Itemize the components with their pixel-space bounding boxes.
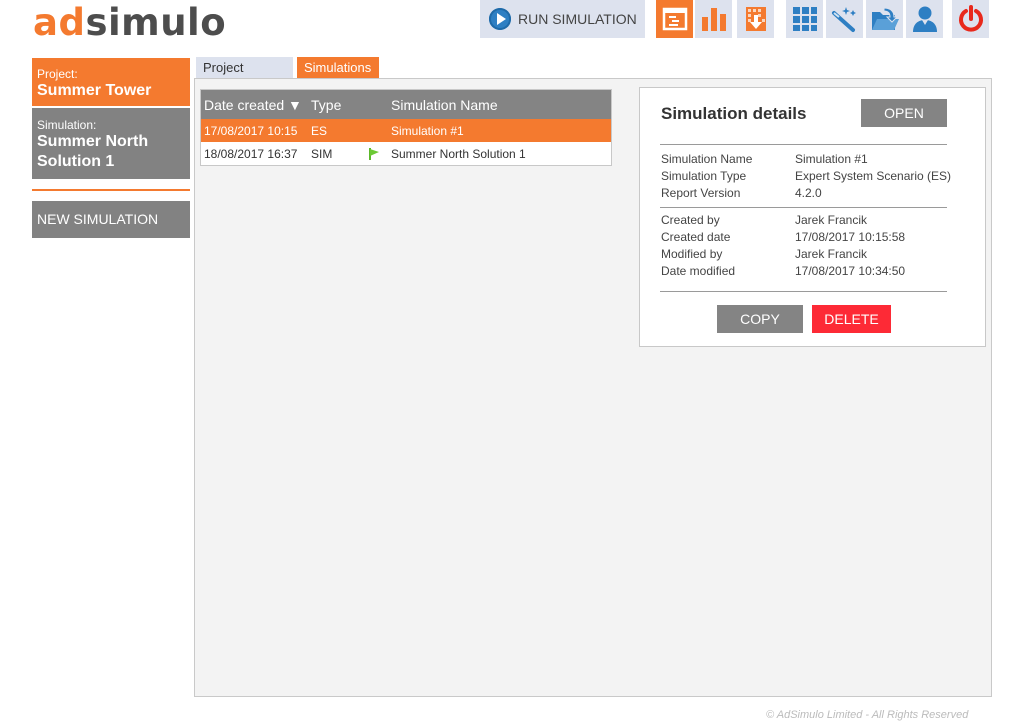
open-button[interactable]: OPEN xyxy=(861,99,947,127)
cell-date: 17/08/2017 10:15 xyxy=(204,123,298,138)
run-simulation-button[interactable]: RUN SIMULATION xyxy=(480,0,645,38)
gantt-button[interactable] xyxy=(656,0,693,38)
header-date-created[interactable]: Date created ▼ xyxy=(201,97,309,113)
logo-ad: ad xyxy=(33,1,86,44)
new-simulation-button[interactable]: NEW SIMULATION xyxy=(32,201,190,238)
simulation-card[interactable]: Simulation: Summer North Solution 1 xyxy=(32,108,190,179)
wizard-button[interactable] xyxy=(826,0,863,38)
building-button[interactable] xyxy=(737,0,774,38)
simulation-name-line1: Summer North xyxy=(37,133,149,150)
bar-chart-icon xyxy=(701,8,726,31)
cell-name: Summer North Solution 1 xyxy=(391,146,526,161)
building-download-icon xyxy=(745,7,766,31)
play-icon xyxy=(489,8,511,30)
details-section-audit: Created by Jarek Francik Created date 17/0… xyxy=(661,212,905,280)
detail-row: Report Version 4.2.0 xyxy=(661,186,822,200)
flag-icon xyxy=(369,147,379,160)
simulation-details-card: Simulation details OPEN Simulation Name S… xyxy=(639,87,986,347)
tab-project-details[interactable]: Project Details xyxy=(196,57,293,96)
power-icon xyxy=(958,5,983,32)
table-row[interactable]: 17/08/2017 10:15 ES Simulation #1 xyxy=(201,119,611,142)
logo: adsimulo xyxy=(33,1,226,45)
detail-row: Created by Jarek Francik xyxy=(661,213,868,227)
grid-button[interactable] xyxy=(786,0,823,38)
magic-wand-icon xyxy=(831,7,856,32)
detail-row: Created date 17/08/2017 10:15:58 xyxy=(661,230,906,244)
charts-button[interactable] xyxy=(695,0,732,38)
header-type[interactable]: Type xyxy=(309,97,359,113)
open-folder-icon xyxy=(871,7,899,30)
header-simulation-name[interactable]: Simulation Name xyxy=(389,97,611,113)
cell-name: Simulation #1 xyxy=(391,123,464,138)
table-header: Date created ▼ Type Simulation Name xyxy=(201,90,611,119)
divider xyxy=(660,291,947,292)
divider xyxy=(660,144,947,145)
logout-button[interactable] xyxy=(952,0,989,38)
details-section-info: Simulation Name Simulation #1 Simulation … xyxy=(661,151,951,202)
grid-icon xyxy=(792,7,817,31)
gantt-icon xyxy=(662,7,687,31)
run-simulation-label: RUN SIMULATION xyxy=(518,11,637,27)
project-label: Project: xyxy=(37,67,78,81)
detail-row: Date modified 17/08/2017 10:34:50 xyxy=(661,264,906,278)
detail-row: Modified by Jarek Francik xyxy=(661,247,868,261)
cell-date: 18/08/2017 16:37 xyxy=(204,146,298,161)
detail-row: Simulation Type Expert System Scenario (E… xyxy=(661,169,952,183)
simulation-name-line2: Solution 1 xyxy=(37,153,115,170)
logo-simulo: simulo xyxy=(85,1,227,44)
cell-type: SIM xyxy=(311,146,333,161)
table-row[interactable]: 18/08/2017 16:37 SIM Summer North Soluti… xyxy=(201,142,611,165)
sidebar-divider xyxy=(32,189,190,191)
project-card[interactable]: Project: Summer Tower xyxy=(32,58,190,106)
divider xyxy=(660,207,947,208)
details-title: Simulation details xyxy=(661,104,807,123)
copy-button[interactable]: COPY xyxy=(717,305,803,333)
open-folder-button[interactable] xyxy=(866,0,903,38)
simulation-label: Simulation: xyxy=(37,118,97,132)
user-icon xyxy=(912,6,937,32)
simulations-table: Date created ▼ Type Simulation Name 17/0… xyxy=(200,89,612,166)
sidebar: Project: Summer Tower Simulation: Summer… xyxy=(32,58,190,238)
delete-button[interactable]: DELETE xyxy=(812,305,891,333)
tab-simulations[interactable]: Simulations xyxy=(297,57,379,78)
cell-flag xyxy=(359,147,389,161)
project-name: Summer Tower xyxy=(37,82,152,99)
detail-row: Simulation Name Simulation #1 xyxy=(661,152,868,166)
cell-type: ES xyxy=(311,123,328,138)
footer-copyright: © AdSimulo Limited - All Rights Reserved xyxy=(766,709,969,721)
user-button[interactable] xyxy=(906,0,943,38)
